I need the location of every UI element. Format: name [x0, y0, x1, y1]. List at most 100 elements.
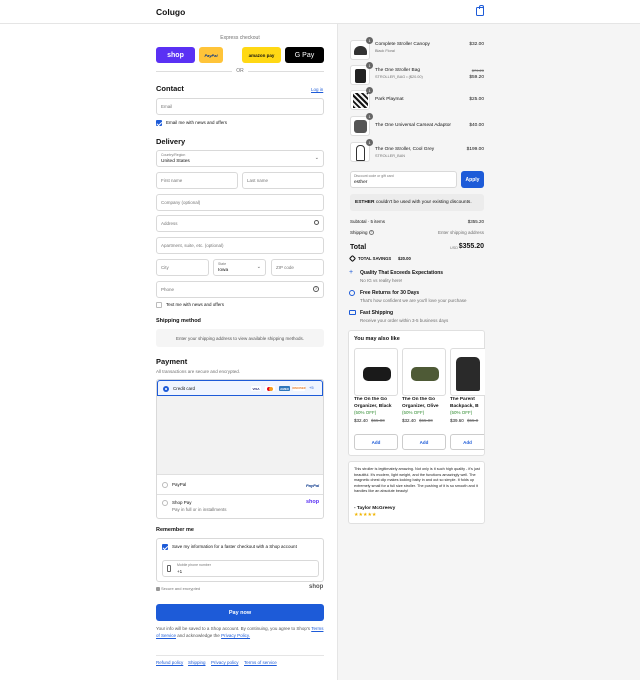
- footer-refund-link[interactable]: Refund policy: [156, 660, 183, 665]
- upsell-add-button[interactable]: Add: [450, 434, 484, 450]
- search-icon: [314, 220, 319, 225]
- upsell-add-button[interactable]: Add: [354, 434, 398, 450]
- truck-icon: [349, 310, 356, 315]
- item-price: $59.20: [469, 75, 484, 80]
- shipping-method-heading: Shipping method: [156, 318, 201, 324]
- credit-card-option[interactable]: Credit card VISA AMEX DISCOVER +5: [157, 380, 323, 396]
- return-icon: [349, 290, 355, 296]
- shipping-value: Enter shipping address: [437, 230, 484, 235]
- state-value: Iowa: [218, 268, 229, 273]
- country-select[interactable]: Country/Region United States ⌄: [156, 150, 324, 167]
- delivery-heading: Delivery: [156, 137, 186, 146]
- line-item: 1 The One Universal Carseat Adaptor $40.…: [350, 113, 484, 138]
- login-link[interactable]: Log in: [311, 87, 323, 92]
- google-pay-button[interactable]: G Pay: [285, 47, 324, 63]
- upsell-price: $39.60: [450, 418, 464, 423]
- upsell-product-image[interactable]: [450, 348, 485, 396]
- credit-card-form-area[interactable]: [157, 396, 323, 475]
- first-name-field[interactable]: First name: [156, 172, 238, 189]
- feature-sub: Receive your order within 3-5 business d…: [360, 318, 449, 323]
- item-variant: STROLLER_BAG • ($20.00): [375, 75, 423, 79]
- email-news-label: Email me with news and offers: [166, 120, 227, 125]
- credit-card-radio[interactable]: [163, 386, 169, 392]
- discount-code-field[interactable]: Discount code or gift card esther: [350, 171, 457, 188]
- item-variant: STROLLER_BAN: [375, 154, 405, 158]
- upsell-discount: (50% OFF): [402, 410, 425, 415]
- contact-heading: Contact: [156, 84, 184, 93]
- state-label: State: [218, 262, 227, 266]
- upsell-price: $32.40: [354, 418, 368, 423]
- amazon-pay-button[interactable]: amazon pay: [242, 47, 281, 63]
- email-news-checkbox[interactable]: [156, 120, 162, 126]
- first-name-placeholder: First name: [161, 178, 183, 183]
- email-field[interactable]: Email: [156, 98, 324, 115]
- upsell-old-price: $65.00: [419, 418, 433, 423]
- upsell-product-name[interactable]: The On the Go Organizer, Black: [354, 397, 400, 410]
- state-select[interactable]: State Iowa ⌄: [213, 259, 266, 276]
- legal-text: Your info will be saved to a Shop accoun…: [156, 626, 324, 639]
- help-icon[interactable]: ?: [313, 286, 319, 292]
- city-field[interactable]: City: [156, 259, 209, 276]
- divider: [157, 494, 323, 495]
- company-field[interactable]: Company (optional): [156, 194, 324, 211]
- sms-news-label: Text me with news and offers: [166, 302, 224, 307]
- review-author: - Taylor McGreevy: [354, 506, 396, 511]
- feature-sub: No IG vs reality here!: [360, 278, 403, 283]
- apply-button[interactable]: Apply: [461, 171, 484, 188]
- sms-news-checkbox[interactable]: [156, 302, 162, 308]
- paypal-radio[interactable]: [162, 482, 168, 488]
- upsell-title: You may also like: [354, 336, 400, 342]
- pay-now-button[interactable]: Pay now: [156, 604, 324, 621]
- footer-privacy-link[interactable]: Privacy policy: [211, 660, 239, 665]
- phone-placeholder: Phone: [161, 287, 175, 292]
- help-icon[interactable]: ?: [369, 230, 374, 235]
- upsell-product-image[interactable]: [402, 348, 446, 396]
- mobile-phone-field[interactable]: Mobile phone number +1: [162, 560, 319, 577]
- visa-icon: VISA: [251, 386, 261, 391]
- footer-terms-link[interactable]: Terms of service: [244, 660, 277, 665]
- discount-error-text: couldn't be used with your existing disc…: [375, 200, 472, 205]
- company-placeholder: Company (optional): [161, 200, 201, 205]
- mobile-phone-value: +1: [177, 569, 183, 574]
- remember-heading: Remember me: [156, 527, 194, 533]
- divider: [156, 655, 324, 656]
- last-name-field[interactable]: Last name: [242, 172, 324, 189]
- last-name-placeholder: Last name: [247, 178, 269, 183]
- discover-icon: DISCOVER: [292, 386, 306, 391]
- address-field[interactable]: Address: [156, 215, 324, 232]
- payment-options: Credit card VISA AMEX DISCOVER +5 PayPal…: [156, 379, 324, 519]
- brand-logo[interactable]: Colugo: [156, 7, 185, 17]
- discount-value: esther: [354, 180, 368, 185]
- upsell-product-name[interactable]: The Parent Backpack, B: [450, 397, 484, 410]
- total-label: Total: [350, 244, 367, 251]
- phone-icon: [167, 565, 171, 572]
- item-name: The One Stroller, Cool Grey: [375, 147, 435, 152]
- paypal-button[interactable]: PayPal: [199, 47, 223, 63]
- phone-field[interactable]: Phone ?: [156, 281, 324, 298]
- upsell-discount: (50% OFF): [354, 410, 377, 415]
- shop-pay-button[interactable]: shop: [156, 47, 195, 63]
- quantity-badge: 1: [366, 62, 373, 69]
- shopping-bag-icon[interactable]: [476, 5, 484, 16]
- footer-shipping-link[interactable]: Shipping: [188, 660, 206, 665]
- upsell-discount: (50% OFF): [450, 410, 473, 415]
- quantity-badge: 1: [366, 37, 373, 44]
- paypal-label[interactable]: PayPal: [172, 482, 186, 487]
- feature-sub: That's how confident we are you'll love …: [360, 298, 467, 303]
- upsell-product-image[interactable]: [354, 348, 398, 396]
- upsell-product-name[interactable]: The On the Go Organizer, Olive: [402, 397, 448, 410]
- apartment-field[interactable]: Apartment, suite, etc. (optional): [156, 237, 324, 254]
- upsell-add-button[interactable]: Add: [402, 434, 446, 450]
- email-placeholder: Email: [161, 104, 173, 109]
- item-name: The One Universal Carseat Adaptor: [375, 123, 451, 128]
- privacy-link[interactable]: Privacy Policy.: [221, 633, 250, 638]
- chevron-down-icon: ⌄: [314, 155, 319, 161]
- item-name: The One Stroller Bag: [375, 68, 421, 73]
- zip-field[interactable]: ZIP code: [271, 259, 324, 276]
- plus-icon: +: [349, 269, 354, 276]
- shop-pay-label[interactable]: Shop Pay: [172, 500, 192, 505]
- shop-pay-radio[interactable]: [162, 500, 168, 506]
- quantity-badge: 1: [366, 139, 373, 146]
- save-info-checkbox[interactable]: [162, 544, 168, 550]
- payment-heading: Payment: [156, 357, 188, 366]
